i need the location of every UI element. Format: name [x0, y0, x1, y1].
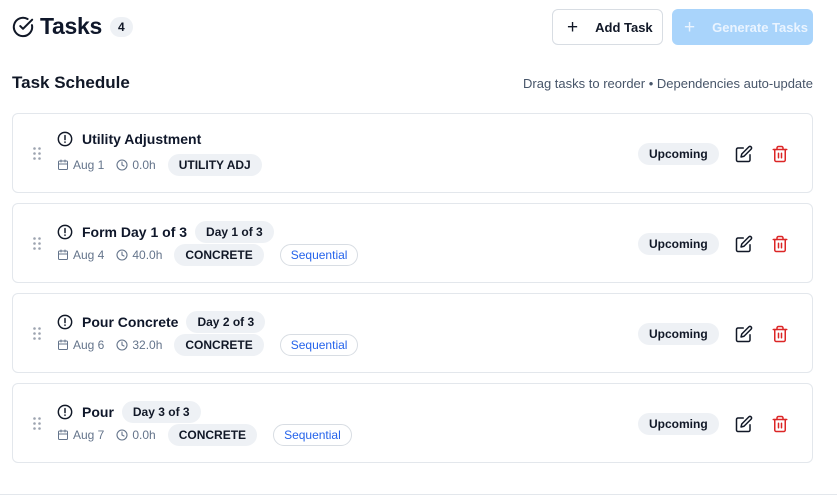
task-hours-text: 40.0h: [132, 248, 163, 262]
task-meta-row: Aug 6 32.0h CONCRETE Sequential: [57, 334, 359, 356]
grip-vertical-icon[interactable]: [33, 327, 41, 340]
task-date: Aug 1: [57, 158, 104, 172]
grip-vertical-icon[interactable]: [33, 417, 41, 430]
calendar-icon: [58, 159, 68, 170]
category-badge: CONCRETE: [167, 424, 258, 446]
plus-icon: +: [567, 16, 579, 38]
status-badge: Upcoming: [638, 323, 719, 345]
category-badge: UTILITY ADJ: [167, 154, 262, 176]
clock-icon: [116, 339, 128, 351]
clock-icon: [116, 159, 128, 171]
sequential-badge: Sequential: [279, 244, 359, 266]
trash-icon[interactable]: [771, 325, 789, 343]
task-title-row: Form Day 1 of 3 Day 1 of 3: [57, 221, 274, 243]
task-hours-text: 0.0h: [132, 428, 156, 442]
task-card[interactable]: Utility Adjustment Aug 1 0.0h UTILITY AD…: [12, 113, 813, 193]
alert-circle-icon: [57, 404, 73, 420]
task-meta-row: Aug 1 0.0h UTILITY ADJ: [57, 154, 262, 176]
grip-vertical-icon[interactable]: [33, 147, 41, 160]
task-date-text: Aug 4: [73, 248, 105, 262]
task-title-row: Pour Concrete Day 2 of 3: [57, 311, 266, 333]
task-meta-row: Aug 4 40.0h CONCRETE Sequential: [57, 244, 359, 266]
alert-circle-icon: [57, 314, 73, 330]
task-list: Utility Adjustment Aug 1 0.0h UTILITY AD…: [12, 113, 813, 473]
task-date-text: Aug 1: [73, 158, 105, 172]
task-name: Pour Concrete: [82, 314, 179, 330]
trash-icon[interactable]: [771, 415, 789, 433]
alert-circle-icon: [57, 224, 73, 240]
task-date-text: Aug 6: [73, 338, 105, 352]
trash-icon[interactable]: [771, 145, 789, 163]
section-title: Task Schedule: [12, 73, 130, 92]
status-badge: Upcoming: [638, 233, 719, 255]
task-date: Aug 7: [57, 428, 104, 442]
clock-icon: [116, 429, 128, 441]
title-group: Tasks 4: [12, 13, 133, 40]
sequential-badge: Sequential: [279, 334, 359, 356]
task-name: Pour: [82, 404, 114, 420]
clock-icon: [116, 249, 128, 261]
task-card[interactable]: Pour Concrete Day 2 of 3 Aug 6 32.0h CON…: [12, 293, 813, 373]
task-hours-text: 0.0h: [132, 158, 156, 172]
task-title-row: Utility Adjustment: [57, 131, 201, 147]
task-card[interactable]: Form Day 1 of 3 Day 1 of 3 Aug 4 40.0h C…: [12, 203, 813, 283]
page-header: Tasks 4 + Add Task + Generate Tasks: [12, 9, 813, 45]
calendar-icon: [58, 339, 68, 350]
generate-tasks-label: Generate Tasks: [712, 19, 808, 35]
alert-circle-icon: [57, 131, 73, 147]
task-hours: 0.0h: [116, 158, 156, 172]
task-hours-text: 32.0h: [132, 338, 163, 352]
task-name: Form Day 1 of 3: [82, 224, 188, 240]
edit-icon[interactable]: [735, 415, 753, 433]
calendar-icon: [58, 249, 68, 260]
task-count-badge: 4: [110, 16, 133, 37]
day-badge: Day 1 of 3: [195, 221, 274, 243]
task-title-row: Pour Day 3 of 3: [57, 401, 201, 423]
category-badge: CONCRETE: [174, 244, 264, 266]
calendar-icon: [58, 429, 68, 440]
divider: [0, 494, 837, 495]
task-date: Aug 6: [57, 338, 104, 352]
add-task-label: Add Task: [595, 19, 653, 35]
task-hours: 0.0h: [116, 428, 156, 442]
task-date-text: Aug 7: [73, 428, 105, 442]
status-badge: Upcoming: [638, 413, 719, 435]
task-hours: 40.0h: [116, 248, 162, 262]
day-badge: Day 3 of 3: [121, 401, 201, 423]
task-card[interactable]: Pour Day 3 of 3 Aug 7 0.0h CONCRETE Sequ…: [12, 383, 813, 463]
sequential-badge: Sequential: [273, 424, 352, 446]
task-name: Utility Adjustment: [82, 131, 202, 147]
category-badge: CONCRETE: [174, 334, 264, 356]
task-meta-row: Aug 7 0.0h CONCRETE Sequential: [57, 424, 352, 446]
edit-icon[interactable]: [735, 145, 753, 163]
page-title: Tasks: [40, 13, 103, 39]
plus-icon: +: [684, 16, 696, 38]
circle-check-icon: [12, 16, 34, 38]
edit-icon[interactable]: [735, 325, 753, 343]
task-hours: 32.0h: [116, 338, 162, 352]
section-hint: Drag tasks to reorder • Dependencies aut…: [523, 76, 813, 91]
task-date: Aug 4: [57, 248, 104, 262]
generate-tasks-button[interactable]: + Generate Tasks: [672, 9, 813, 45]
add-task-button[interactable]: + Add Task: [552, 9, 663, 45]
day-badge: Day 2 of 3: [186, 311, 266, 333]
status-badge: Upcoming: [638, 143, 719, 165]
grip-vertical-icon[interactable]: [33, 237, 41, 250]
edit-icon[interactable]: [735, 235, 753, 253]
trash-icon[interactable]: [771, 235, 789, 253]
